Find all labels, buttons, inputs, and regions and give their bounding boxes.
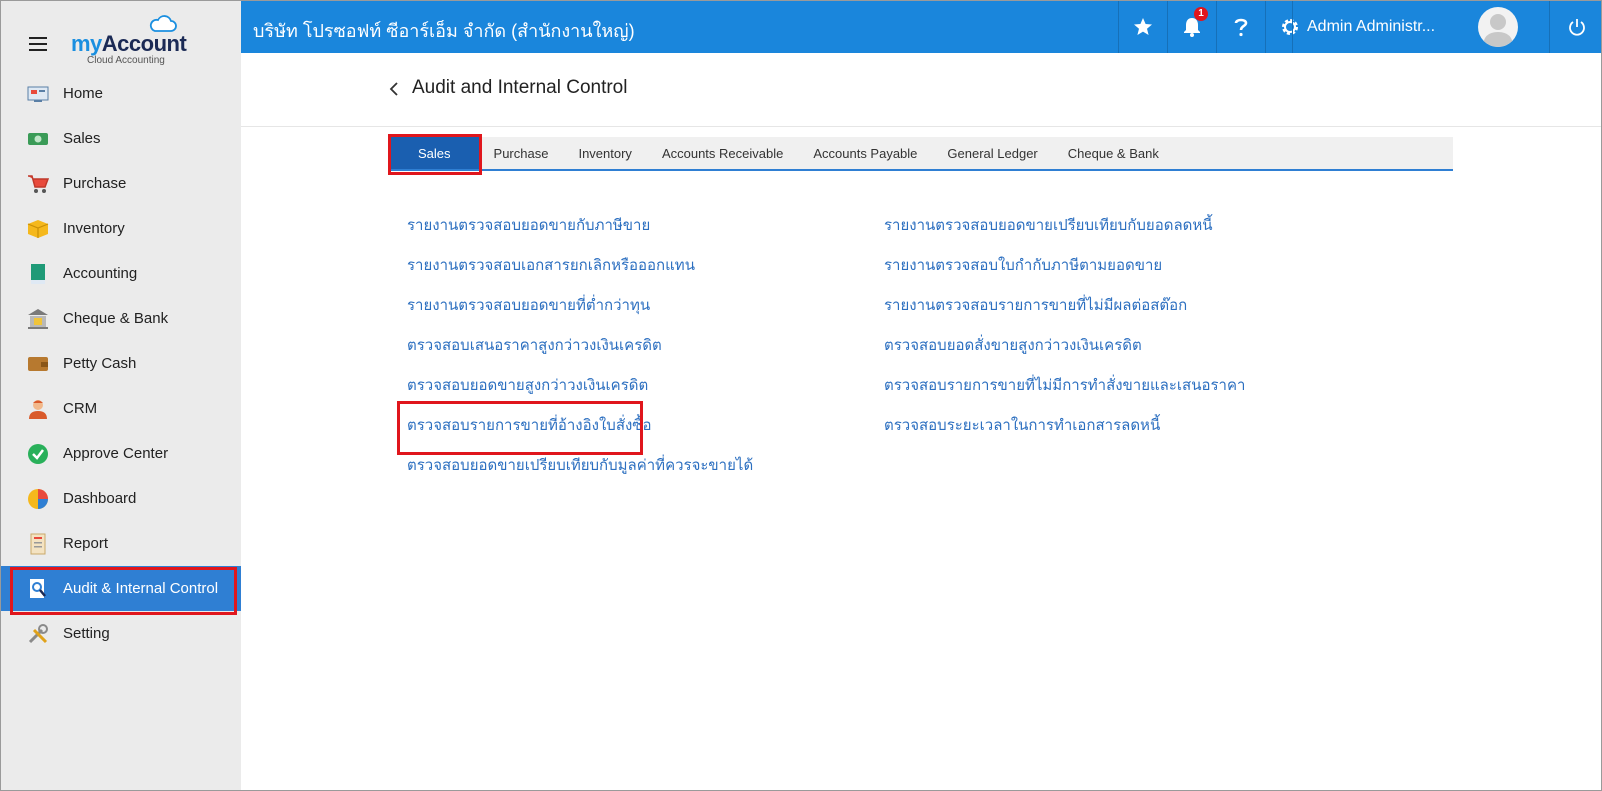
module-tabs: Sales Purchase Inventory Accounts Receiv…	[388, 134, 1453, 175]
check-circle-icon	[27, 443, 49, 465]
report-icon	[27, 533, 49, 555]
power-icon	[1568, 19, 1585, 36]
sidebar-item-accounting[interactable]: Accounting	[1, 251, 241, 296]
user-menu[interactable]: Admin Administr...	[1292, 1, 1548, 53]
sidebar-item-label: Dashboard	[63, 490, 137, 507]
notifications-button[interactable]: 1	[1167, 1, 1216, 53]
tab-cheque-bank[interactable]: Cheque & Bank	[1053, 137, 1174, 169]
report-links-right-column: รายงานตรวจสอบยอดขายเปรียบเทียบกับยอดลดหน…	[884, 213, 1245, 453]
sidebar-item-label: Audit & Internal Control	[63, 580, 219, 597]
sidebar-item-label: Purchase	[63, 175, 127, 192]
sidebar-item-label: Petty Cash	[63, 355, 137, 372]
page-title: Audit and Internal Control	[412, 77, 628, 98]
sidebar-item-dashboard[interactable]: Dashboard	[1, 476, 241, 521]
sidebar-item-label: Accounting	[63, 265, 138, 282]
sidebar-item-label: Approve Center	[63, 445, 169, 462]
sidebar-item-audit-internal-control[interactable]: Audit & Internal Control	[1, 566, 241, 615]
sidebar-item-home[interactable]: Home	[1, 71, 241, 116]
book-icon	[27, 263, 49, 285]
box-icon	[27, 218, 49, 240]
bank-icon	[27, 308, 49, 330]
hamburger-menu-icon[interactable]	[29, 37, 47, 51]
star-icon	[1134, 18, 1152, 35]
pie-chart-icon	[27, 488, 49, 510]
audit-icon	[27, 578, 49, 600]
sidebar-item-report[interactable]: Report	[1, 521, 241, 566]
sidebar-item-label: Setting	[63, 625, 110, 642]
tab-accounts-receivable[interactable]: Accounts Receivable	[647, 137, 798, 169]
sidebar-item-inventory[interactable]: Inventory	[1, 206, 241, 251]
tab-purchase[interactable]: Purchase	[479, 137, 564, 169]
sidebar-item-label: CRM	[63, 400, 98, 417]
report-link[interactable]: รายงานตรวจสอบเอกสารยกเลิกหรือออกแทน	[407, 253, 753, 293]
report-link[interactable]: ตรวจสอบระยะเวลาในการทำเอกสารลดหนี้	[884, 413, 1245, 453]
sidebar-item-label: Cheque & Bank	[63, 310, 169, 327]
company-name[interactable]: บริษัท โปรซอฟท์ ซีอาร์เอ็ม จำกัด (สำนักง…	[253, 16, 635, 45]
sidebar-item-label: Sales	[63, 130, 101, 147]
app-window: myAccount Cloud Accounting Home Sales Pu…	[0, 0, 1602, 791]
sidebar-item-purchase[interactable]: Purchase	[1, 161, 241, 206]
favorites-button[interactable]	[1118, 1, 1167, 53]
report-link[interactable]: รายงานตรวจสอบยอดขายกับภาษีขาย	[407, 213, 753, 253]
report-link[interactable]: ตรวจสอบเสนอราคาสูงกว่าวงเงินเครดิต	[407, 333, 753, 373]
sidebar-nav: Home Sales Purchase Inventory Accounting…	[1, 71, 241, 656]
sales-icon	[27, 128, 49, 150]
sidebar-item-label: Report	[63, 535, 109, 552]
question-icon	[1234, 18, 1248, 37]
logo-subtitle: Cloud Accounting	[87, 55, 165, 66]
sidebar-item-setting[interactable]: Setting	[1, 611, 241, 656]
report-link[interactable]: รายงานตรวจสอบใบกำกับภาษีตามยอดขาย	[884, 253, 1245, 293]
report-link[interactable]: ตรวจสอบรายการขายที่ไม่มีการทำสั่งขายและเ…	[884, 373, 1245, 413]
tab-inventory[interactable]: Inventory	[563, 137, 646, 169]
cart-icon	[27, 173, 49, 195]
report-links-left-column: รายงานตรวจสอบยอดขายกับภาษีขาย รายงานตรวจ…	[396, 213, 753, 493]
top-bar: บริษัท โปรซอฟท์ ซีอาร์เอ็ม จำกัด (สำนักง…	[241, 1, 1601, 53]
logo-wordmark: myAccount	[71, 31, 187, 56]
help-button[interactable]	[1216, 1, 1265, 53]
report-link-highlighted[interactable]: ตรวจสอบรายการขายที่อ้างอิงใบสั่งซื้อ	[396, 401, 753, 455]
sidebar-item-cheque-bank[interactable]: Cheque & Bank	[1, 296, 241, 341]
avatar	[1478, 7, 1518, 47]
notification-badge: 1	[1194, 7, 1208, 21]
sidebar-item-approve-center[interactable]: Approve Center	[1, 431, 241, 476]
sidebar-item-label: Inventory	[63, 220, 125, 237]
tab-accounts-payable[interactable]: Accounts Payable	[798, 137, 932, 169]
tab-sales[interactable]: Sales	[388, 134, 482, 175]
sidebar-item-petty-cash[interactable]: Petty Cash	[1, 341, 241, 386]
tools-icon	[27, 623, 49, 645]
tab-general-ledger[interactable]: General Ledger	[932, 137, 1052, 169]
report-link[interactable]: ตรวจสอบยอดขายเปรียบเทียบกับมูลค่าที่ควรจ…	[407, 453, 753, 493]
report-link[interactable]: ตรวจสอบยอดสั่งขายสูงกว่าวงเงินเครดิต	[884, 333, 1245, 373]
sidebar-item-crm[interactable]: CRM	[1, 386, 241, 431]
sidebar-item-label: Home	[63, 85, 104, 102]
logout-button[interactable]	[1549, 1, 1601, 53]
user-name: Admin Administr...	[1307, 18, 1436, 35]
home-icon	[27, 83, 49, 105]
sidebar: myAccount Cloud Accounting Home Sales Pu…	[1, 1, 241, 790]
report-link[interactable]: รายงานตรวจสอบยอดขายที่ต่ำกว่าทุน	[407, 293, 753, 333]
person-icon	[27, 398, 49, 420]
back-chevron-icon[interactable]	[388, 81, 402, 97]
report-link[interactable]: รายงานตรวจสอบรายการขายที่ไม่มีผลต่อสต๊อก	[884, 293, 1245, 333]
sidebar-item-sales[interactable]: Sales	[1, 116, 241, 161]
page-header: Audit and Internal Control	[241, 53, 1601, 127]
report-link[interactable]: รายงานตรวจสอบยอดขายเปรียบเทียบกับยอดลดหน…	[884, 213, 1245, 253]
wallet-icon	[27, 353, 49, 375]
app-logo[interactable]: myAccount Cloud Accounting	[71, 13, 191, 66]
